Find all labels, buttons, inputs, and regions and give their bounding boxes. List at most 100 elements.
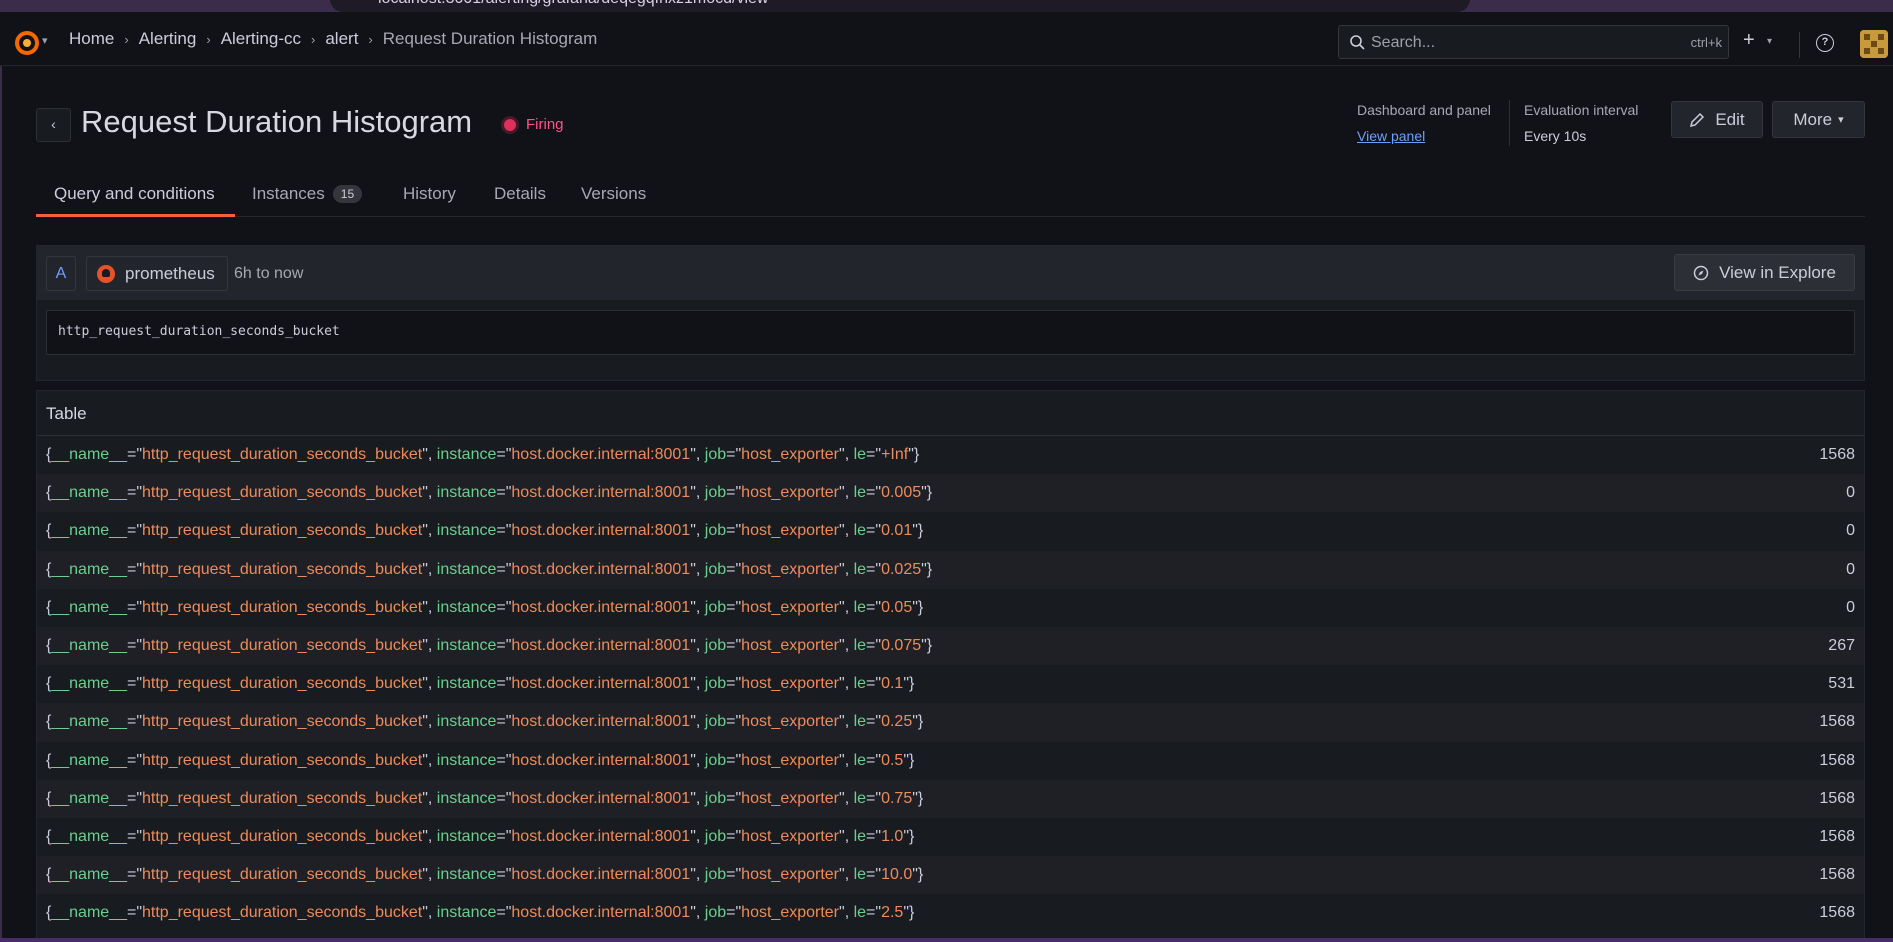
chevron-right-icon: › bbox=[311, 31, 316, 47]
label-key: le bbox=[853, 904, 867, 922]
label-key: __name__ bbox=[51, 904, 127, 922]
label-value: http_request_duration_seconds_bucket bbox=[142, 637, 423, 655]
tab-bar: Query and conditions Instances 15 History… bbox=[36, 176, 1865, 217]
series-labels: {__name__="http_request_duration_seconds… bbox=[46, 560, 933, 578]
label-value: 0.05 bbox=[881, 598, 913, 616]
view-in-explore-button[interactable]: View in Explore bbox=[1674, 254, 1855, 291]
chevron-right-icon: › bbox=[206, 31, 211, 47]
tab-query-and-conditions[interactable]: Query and conditions bbox=[54, 184, 215, 204]
chevron-right-icon: › bbox=[368, 31, 373, 47]
label-key: le bbox=[853, 675, 867, 693]
edit-button[interactable]: Edit bbox=[1671, 101, 1763, 138]
label-key: instance bbox=[436, 522, 497, 540]
label-key: le bbox=[853, 751, 867, 769]
table-row: {__name__="http_request_duration_seconds… bbox=[37, 512, 1864, 551]
new-button[interactable]: + bbox=[1743, 30, 1755, 50]
label-value: 0.75 bbox=[881, 789, 913, 807]
label-value: http_request_duration_seconds_bucket bbox=[142, 560, 423, 578]
prometheus-icon bbox=[97, 264, 115, 283]
chevron-down-icon[interactable]: ▾ bbox=[1767, 36, 1772, 47]
help-icon[interactable]: ? bbox=[1816, 34, 1834, 52]
label-key: le bbox=[853, 522, 867, 540]
avatar[interactable] bbox=[1860, 30, 1888, 58]
label-key: instance bbox=[436, 675, 497, 693]
label-value: host_exporter bbox=[741, 866, 840, 884]
label-key: job bbox=[704, 675, 727, 693]
label-value: host_exporter bbox=[741, 446, 840, 464]
chevron-down-icon[interactable]: ▾ bbox=[42, 34, 48, 47]
interval-value: Every 10s bbox=[1524, 128, 1587, 144]
table-row: {__name__="http_request_duration_seconds… bbox=[37, 703, 1864, 742]
avatar-image bbox=[1860, 30, 1888, 58]
label-key: le bbox=[853, 598, 867, 616]
table-row: {__name__="http_request_duration_seconds… bbox=[37, 474, 1864, 513]
search-icon bbox=[1350, 35, 1365, 50]
series-labels: {__name__="http_request_duration_seconds… bbox=[46, 446, 920, 464]
label-key: __name__ bbox=[51, 866, 127, 884]
table-row: {__name__="http_request_duration_seconds… bbox=[37, 817, 1864, 857]
label-key: instance bbox=[436, 713, 497, 731]
tab-versions[interactable]: Versions bbox=[581, 184, 646, 204]
compass-icon bbox=[1693, 265, 1709, 280]
label-value: host.docker.internal:8001 bbox=[511, 789, 691, 807]
series-labels: {__name__="http_request_duration_seconds… bbox=[46, 789, 924, 807]
series-labels: {__name__="http_request_duration_seconds… bbox=[46, 484, 933, 502]
more-button[interactable]: More ▾ bbox=[1772, 101, 1865, 138]
label-value: 1.0 bbox=[881, 827, 904, 845]
label-value: host_exporter bbox=[741, 789, 840, 807]
label-key: le bbox=[853, 637, 867, 655]
label-value: 0.075 bbox=[881, 637, 922, 655]
query-expression[interactable]: http_request_duration_seconds_bucket bbox=[46, 310, 1855, 355]
table-body: {__name__="http_request_duration_seconds… bbox=[37, 436, 1864, 933]
label-key: instance bbox=[436, 637, 497, 655]
series-value: 1568 bbox=[1819, 446, 1855, 464]
label-value: host.docker.internal:8001 bbox=[511, 713, 691, 731]
label-key: job bbox=[704, 598, 727, 616]
series-value: 1568 bbox=[1819, 789, 1855, 807]
tab-history[interactable]: History bbox=[403, 184, 456, 204]
firing-dot-icon bbox=[504, 118, 516, 131]
datasource-picker[interactable]: prometheus bbox=[86, 256, 228, 291]
label-value: http_request_duration_seconds_bucket bbox=[142, 598, 423, 616]
label-value: host.docker.internal:8001 bbox=[511, 446, 691, 464]
divider bbox=[1509, 100, 1510, 146]
label-value: http_request_duration_seconds_bucket bbox=[142, 904, 423, 922]
label-value: 0.01 bbox=[881, 522, 913, 540]
label-key: le bbox=[853, 827, 867, 845]
divider bbox=[1799, 32, 1800, 58]
label-key: instance bbox=[436, 904, 497, 922]
address-bar[interactable]: localhost:3001/alerting/grafana/deqegqfn… bbox=[330, 0, 1470, 12]
series-value: 0 bbox=[1846, 522, 1855, 540]
series-value: 1568 bbox=[1819, 713, 1855, 731]
view-panel-link[interactable]: View panel bbox=[1357, 128, 1491, 144]
label-value: 0.025 bbox=[881, 560, 922, 578]
label-value: http_request_duration_seconds_bucket bbox=[142, 713, 423, 731]
label-key: job bbox=[704, 789, 727, 807]
breadcrumb-alerting[interactable]: Alerting bbox=[139, 29, 197, 49]
label-key: instance bbox=[436, 789, 497, 807]
label-key: __name__ bbox=[51, 484, 127, 502]
back-button[interactable]: ‹ bbox=[36, 108, 71, 142]
series-labels: {__name__="http_request_duration_seconds… bbox=[46, 637, 933, 655]
table-row: {__name__="http_request_duration_seconds… bbox=[37, 550, 1864, 589]
label-value: host_exporter bbox=[741, 904, 840, 922]
window-border bbox=[0, 938, 1893, 942]
label-key: __name__ bbox=[51, 789, 127, 807]
breadcrumb-current: Request Duration Histogram bbox=[382, 29, 598, 48]
tab-instances[interactable]: Instances 15 bbox=[252, 184, 363, 204]
grafana-logo-icon[interactable] bbox=[14, 30, 40, 56]
dashboard-label: Dashboard and panel bbox=[1357, 102, 1491, 118]
label-key: job bbox=[704, 560, 727, 578]
search-input[interactable]: Search... ctrl+k bbox=[1338, 25, 1729, 59]
label-value: http_request_duration_seconds_bucket bbox=[142, 751, 423, 769]
label-value: host.docker.internal:8001 bbox=[511, 751, 691, 769]
query-header: A prometheus 6h to now View in Explore bbox=[37, 246, 1864, 300]
tab-details[interactable]: Details bbox=[494, 184, 546, 204]
label-key: instance bbox=[436, 446, 497, 464]
breadcrumb-group[interactable]: alert bbox=[325, 29, 358, 49]
series-value: 0 bbox=[1846, 560, 1855, 578]
label-value: host.docker.internal:8001 bbox=[511, 522, 691, 540]
breadcrumb-folder[interactable]: Alerting-cc bbox=[221, 29, 301, 49]
instances-count-badge: 15 bbox=[332, 185, 363, 203]
breadcrumb-home[interactable]: Home bbox=[69, 29, 114, 49]
